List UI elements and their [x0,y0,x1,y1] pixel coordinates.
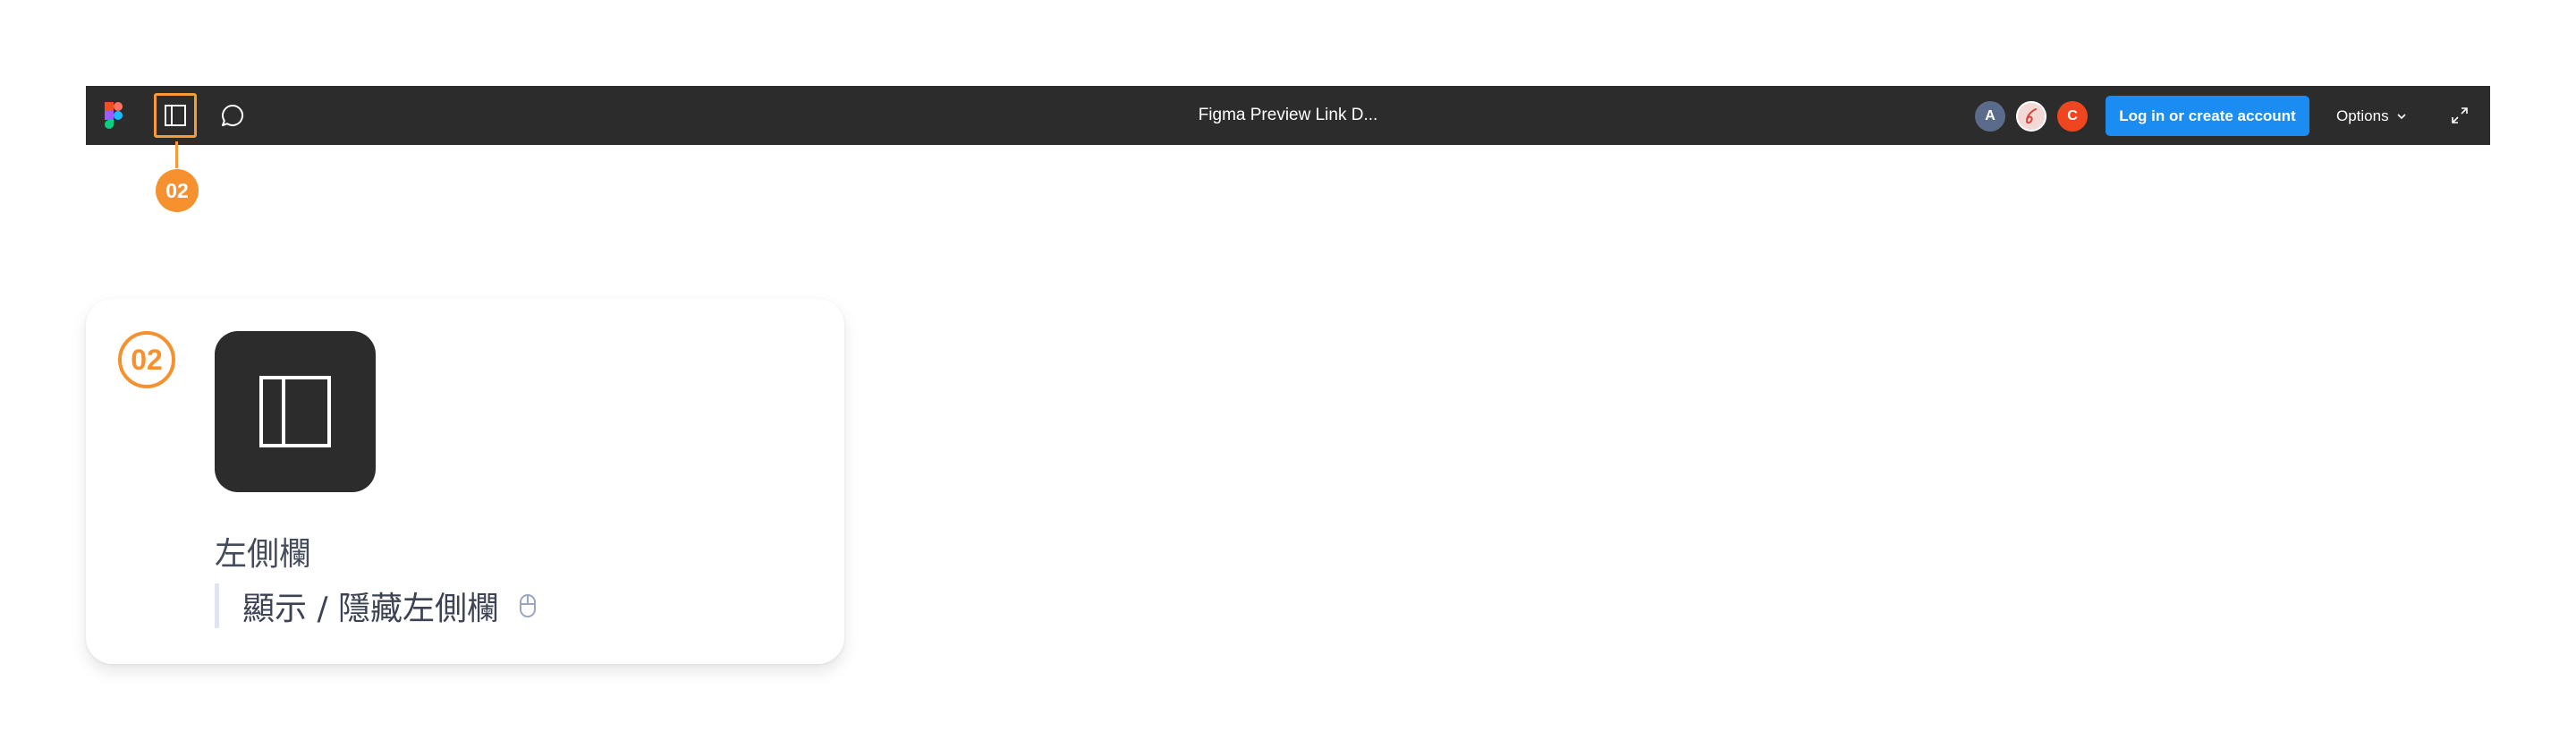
options-label: Options [2336,106,2389,124]
card-description-text: 顯示 / 隱藏左側欄 [242,591,500,627]
options-menu-button[interactable]: Options [2336,96,2407,136]
figma-logo-button[interactable] [100,101,127,130]
figma-toolbar: Figma Preview Link D... A C Log in or cr… [86,86,2490,145]
card-title: 左側欄 [215,536,312,573]
sidebar-panel-icon [259,376,331,447]
mouse-icon [519,593,537,618]
login-button[interactable]: Log in or create account [2106,96,2309,136]
page: Figma Preview Link D... A C Log in or cr… [0,0,2576,749]
feature-card: 02 左側欄 顯示 / 隱藏左側欄 [86,299,844,664]
comment-icon [222,104,243,126]
card-feature-icon-tile [215,331,376,492]
expand-icon [2452,107,2468,123]
chevron-down-icon [2397,113,2406,119]
avatar-letter: C [2067,108,2078,123]
avatar[interactable]: C [2057,101,2088,132]
avatar[interactable]: A [1975,101,2005,132]
sidebar-panel-icon [165,105,186,126]
callout-connector [175,141,178,168]
avatar-group: A C [1975,100,2098,132]
card-number-badge: 02 [118,331,175,388]
fullscreen-button[interactable] [2445,101,2474,130]
toggle-sidebar-button[interactable] [154,93,197,138]
avatar[interactable] [2016,101,2046,132]
avatar-image-icon [2025,108,2037,124]
avatar-letter: A [1985,108,1996,123]
comment-button[interactable] [215,97,250,134]
card-description: 顯示 / 隱藏左側欄 [215,583,537,628]
figma-logo-icon [105,102,123,129]
callout-badge: 02 [156,169,199,212]
